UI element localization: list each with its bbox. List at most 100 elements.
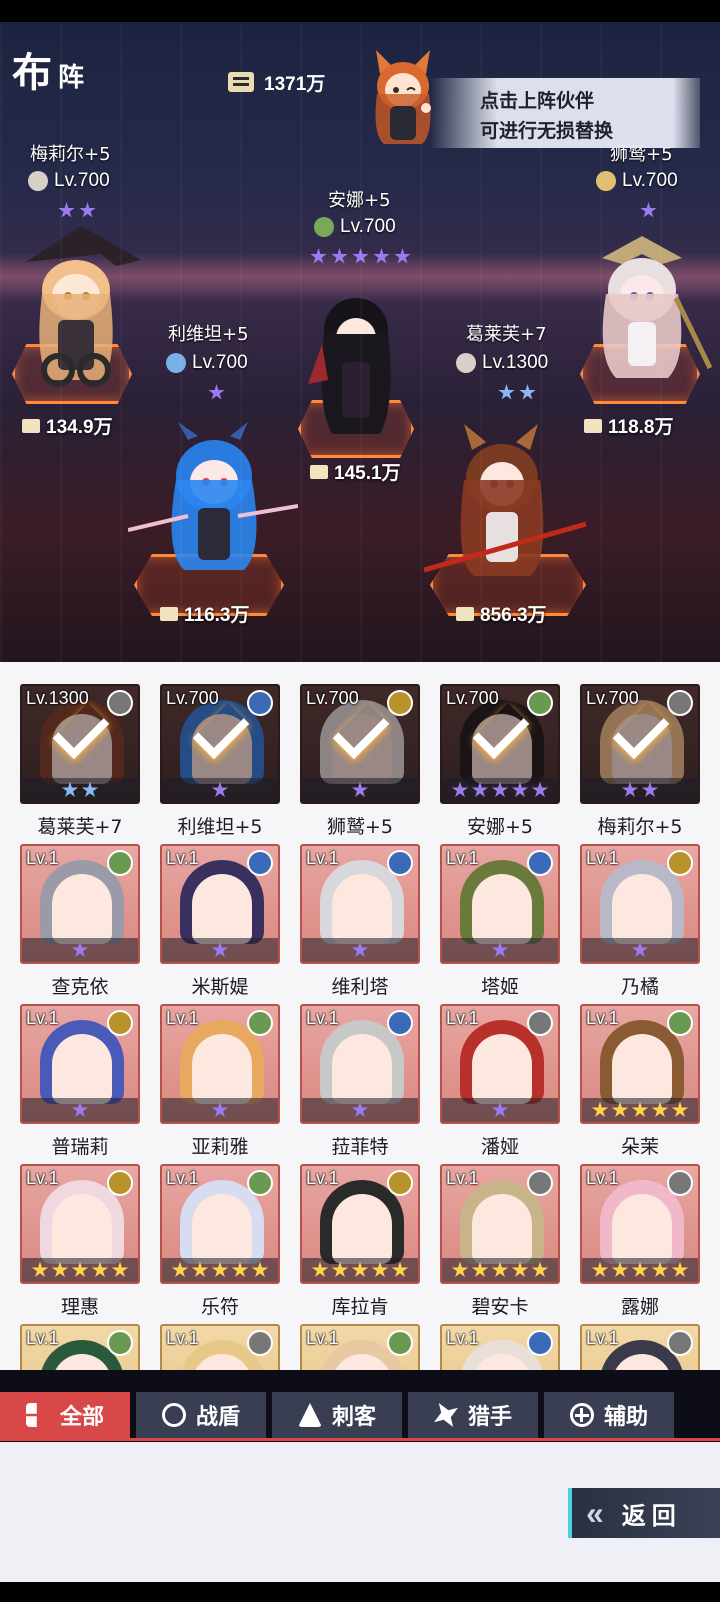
hero-card-level: Lv.1 <box>306 1328 339 1348</box>
tab-tank[interactable]: 战盾 <box>136 1392 266 1438</box>
role-icon <box>387 850 413 876</box>
hero-pad <box>298 400 414 458</box>
hero-card[interactable]: Lv.1 <box>580 844 700 964</box>
hero-card[interactable]: Lv.1 <box>160 1004 280 1124</box>
hero-card[interactable]: Lv.1 <box>160 1324 280 1370</box>
hero-power-value: 118.8万 <box>608 417 674 438</box>
hero-card[interactable]: Lv.1 <box>20 1164 140 1284</box>
hero-card-level: Lv.1 <box>306 848 339 868</box>
hero-card-stars <box>22 778 138 802</box>
hero-card[interactable]: Lv.1300 <box>20 684 140 804</box>
hero-card-stars <box>162 1098 278 1122</box>
hint-line-2: 可进行无损替换 <box>480 120 614 142</box>
role-icon <box>387 1170 413 1196</box>
hero-card-name: 安娜+5 <box>466 816 533 838</box>
star-icon <box>352 248 369 264</box>
role-icon <box>667 690 693 716</box>
hero-card-name: 露娜 <box>620 1296 659 1318</box>
hero-card[interactable]: Lv.700 <box>300 684 420 804</box>
star-icon <box>208 384 225 400</box>
tab-all[interactable]: 全部 <box>0 1392 130 1438</box>
hero-figure-leviathan <box>128 422 298 570</box>
star-icon <box>621 781 639 797</box>
page-title-main: 布 <box>12 50 52 96</box>
hero-portrait-face <box>612 874 672 944</box>
star-icon <box>651 1101 669 1117</box>
hero-card-stars <box>302 1258 418 1282</box>
hero-card[interactable]: Lv.1 <box>580 1164 700 1284</box>
tab-label: 辅助 <box>603 1405 648 1430</box>
hero-card[interactable]: Lv.1 <box>20 1004 140 1124</box>
role-icon <box>107 850 133 876</box>
hint-panel: 点击上阵伙伴 可进行无损替换 <box>430 78 700 148</box>
hero-card[interactable]: Lv.1 <box>160 844 280 964</box>
back-button[interactable]: « 返回 <box>568 1488 720 1538</box>
star-icon <box>451 1261 469 1277</box>
hero-portrait-face <box>52 1034 112 1104</box>
tab-hunter[interactable]: 猎手 <box>408 1392 538 1438</box>
assassin-icon <box>28 171 48 191</box>
hero-card-level: Lv.1 <box>306 1008 339 1028</box>
hero-card[interactable]: Lv.1 <box>440 1324 560 1370</box>
tab-assassin[interactable]: 刺客 <box>272 1392 402 1438</box>
shield-icon <box>161 1403 186 1427</box>
hero-card[interactable]: Lv.700 <box>580 684 700 804</box>
hero-power: 118.8万 <box>584 412 674 439</box>
hero-card[interactable]: Lv.1 <box>300 844 420 964</box>
hero-roster[interactable]: Lv.1300 葛莱芙+7 Lv.700 利维坦+5 Lv.700 狮鹫+5 Lv.700 安… <box>0 662 720 1370</box>
star-icon <box>31 1261 49 1277</box>
hero-card[interactable]: Lv.1 <box>20 844 140 964</box>
star-icon <box>631 941 649 957</box>
hero-card[interactable]: Lv.700 <box>160 684 280 804</box>
role-icon <box>247 850 273 876</box>
star-icon <box>631 1261 649 1277</box>
star-icon <box>531 1261 549 1277</box>
hero-card[interactable]: Lv.1 <box>160 1164 280 1284</box>
star-icon <box>491 1261 509 1277</box>
hero-power-value: 856.3万 <box>480 605 547 626</box>
hero-name: 葛莱芙+7 <box>466 324 547 345</box>
cross-icon <box>569 1403 594 1427</box>
hero-card-name: 普瑞莉 <box>51 1136 109 1158</box>
hero-card[interactable]: Lv.1 <box>440 1004 560 1124</box>
hero-portrait-face <box>332 874 392 944</box>
hero-card[interactable]: Lv.1 <box>300 1324 420 1370</box>
star-icon <box>451 781 469 797</box>
hero-card-name: 库拉肯 <box>331 1296 389 1318</box>
hero-card[interactable]: Lv.700 <box>440 684 560 804</box>
star-icon <box>91 1261 109 1277</box>
hero-card-level: Lv.1 <box>166 1168 199 1188</box>
hero-card[interactable]: Lv.1 <box>300 1004 420 1124</box>
tab-support[interactable]: 辅助 <box>544 1392 674 1438</box>
hero-stars <box>498 384 536 401</box>
hero-card[interactable]: Lv.1 <box>580 1004 700 1124</box>
dagger-icon <box>297 1403 322 1427</box>
hero-power-value: 116.3万 <box>184 605 250 626</box>
hero-card[interactable]: Lv.1 <box>440 844 560 964</box>
hero-card-stars <box>162 1258 278 1282</box>
hero-level: Lv.700 <box>28 170 110 192</box>
hero-card[interactable]: Lv.1 <box>20 1324 140 1370</box>
hero-power-value: 145.1万 <box>334 463 401 484</box>
hero-card[interactable]: Lv.1 <box>580 1324 700 1370</box>
hero-card-level: Lv.1 <box>166 1328 199 1348</box>
hero-portrait-face <box>472 874 532 944</box>
hero-card-level: Lv.1 <box>586 848 619 868</box>
star-icon <box>471 781 489 797</box>
role-icon <box>527 1330 553 1356</box>
hunter-icon <box>596 171 616 191</box>
hero-card-level: Lv.1 <box>306 1168 339 1188</box>
hero-card-stars <box>582 938 698 962</box>
hero-card-stars <box>582 1098 698 1122</box>
role-icon <box>667 850 693 876</box>
star-icon <box>331 1261 349 1277</box>
hero-card-name: 菈菲特 <box>331 1136 389 1158</box>
formation-stage: 布 阵 1371万 点击上阵伙伴 可进行无损替换 梅莉尔+5 Lv.700 13… <box>0 22 720 662</box>
hero-card[interactable]: Lv.1 <box>440 1164 560 1284</box>
hero-figure-meriel <box>26 226 141 387</box>
hero-portrait-face <box>52 874 112 944</box>
hero-card[interactable]: Lv.1 <box>300 1164 420 1284</box>
star-icon <box>391 1261 409 1277</box>
hero-card-stars <box>442 938 558 962</box>
role-icon <box>387 1330 413 1356</box>
